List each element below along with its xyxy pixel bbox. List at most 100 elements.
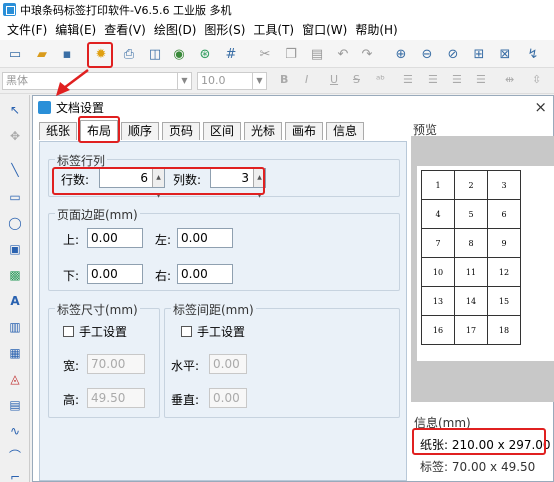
picture-tool-icon[interactable]: ▩ <box>6 266 24 284</box>
line-spacing-icon[interactable]: ⇳ <box>532 73 541 86</box>
cut-icon[interactable]: ✂ <box>256 45 274 63</box>
zoom-in-icon[interactable]: ⊕ <box>392 45 410 63</box>
menu-file[interactable]: 文件(F) <box>3 21 51 38</box>
left-tool-palette: ↖ ✥ ╲ ▭ ◯ ▣ ▩ A ▥ ▦ ◬ ▤ ∿ ⌒ ⌐ <box>0 95 30 482</box>
menu-help[interactable]: 帮助(H) <box>351 21 401 38</box>
barcode-tool-icon[interactable]: ▥ <box>6 318 24 336</box>
align-right-icon[interactable]: ☰ <box>452 73 462 86</box>
spacing-horizontal-value: 0.00 <box>213 357 240 371</box>
preview-label-cell: 6 <box>487 199 521 229</box>
preview-label-cell: 5 <box>454 199 488 229</box>
qrcode-tool-icon[interactable]: ▦ <box>6 344 24 362</box>
paste-icon[interactable]: ▤ <box>308 45 326 63</box>
label-spacing-manual-checkbox[interactable] <box>181 326 192 337</box>
margin-bottom-input[interactable]: 0.00 <box>87 264 143 284</box>
menu-shape[interactable]: 图形(S) <box>200 21 249 38</box>
copy-icon[interactable]: ❐ <box>282 45 300 63</box>
rectangle-tool-icon[interactable]: ▭ <box>6 188 24 206</box>
tab-paper[interactable]: 纸张 <box>39 122 77 140</box>
line-tool-icon[interactable]: ╲ <box>6 161 24 179</box>
ellipse-tool-icon[interactable]: ◯ <box>6 214 24 232</box>
align-center-icon[interactable]: ☰ <box>428 73 438 86</box>
seal-tool-icon[interactable]: ◬ <box>6 370 24 388</box>
arc-tool-icon[interactable]: ⌒ <box>6 446 24 464</box>
preview-label-cell: 4 <box>421 199 455 229</box>
grid-icon[interactable]: # <box>222 45 240 63</box>
fit-width-icon[interactable]: ⊠ <box>496 45 514 63</box>
label-height-input[interactable]: 49.50 <box>87 388 145 408</box>
label-spacing-manual-label: 手工设置 <box>197 325 246 339</box>
superscript-icon[interactable]: ᵃᵇ <box>376 73 385 86</box>
save-icon[interactable]: ▪ <box>58 45 76 63</box>
font-size-value: 10.0 <box>201 74 226 87</box>
dialog-title: 文档设置 <box>56 100 105 115</box>
database-icon[interactable]: ◉ <box>170 45 188 63</box>
chevron-down-icon[interactable]: ▼ <box>252 73 266 89</box>
margin-top-input[interactable]: 0.00 <box>87 228 143 248</box>
label-width-input[interactable]: 70.00 <box>87 354 145 374</box>
spacing-vertical-input[interactable]: 0.00 <box>209 388 247 408</box>
undo-icon[interactable]: ↶ <box>334 45 352 63</box>
label-width-label: 宽: <box>63 359 80 373</box>
spacing-horizontal-input[interactable]: 0.00 <box>209 354 247 374</box>
print-icon[interactable]: ⎙ <box>120 45 138 63</box>
close-icon[interactable]: × <box>534 98 547 116</box>
align-left-icon[interactable]: ☰ <box>403 73 413 86</box>
open-folder-icon[interactable]: ▰ <box>33 45 51 63</box>
italic-button[interactable]: I <box>305 73 308 86</box>
menu-window[interactable]: 窗口(W) <box>298 21 351 38</box>
chevron-down-icon[interactable]: ▼ <box>177 73 191 89</box>
tab-page-number[interactable]: 页码 <box>162 122 200 140</box>
table-tool-icon[interactable]: ▤ <box>6 396 24 414</box>
underline-button[interactable]: U <box>330 73 338 86</box>
zoom-out-icon[interactable]: ⊖ <box>418 45 436 63</box>
new-document-icon[interactable]: ▭ <box>6 45 24 63</box>
tab-range[interactable]: 区间 <box>203 122 241 140</box>
polyline-tool-icon[interactable]: ⌐ <box>6 468 24 482</box>
margin-top-label: 上: <box>63 233 80 247</box>
page-margins-title: 页面边距(mm) <box>55 206 140 223</box>
justify-icon[interactable]: ☰ <box>476 73 486 86</box>
font-family-select[interactable]: 黑体 ▼ <box>2 72 192 90</box>
redo-icon[interactable]: ↷ <box>358 45 376 63</box>
menu-view[interactable]: 查看(V) <box>100 21 150 38</box>
margin-left-label: 左: <box>155 233 172 247</box>
spacing-vertical-value: 0.00 <box>213 391 240 405</box>
zoom-icon[interactable]: ⊘ <box>444 45 462 63</box>
label-size-manual-checkbox[interactable] <box>63 326 74 337</box>
margin-right-input[interactable]: 0.00 <box>177 264 233 284</box>
menu-edit[interactable]: 编辑(E) <box>51 21 100 38</box>
menu-draw[interactable]: 绘图(D) <box>150 21 201 38</box>
preview-label-cell: 9 <box>487 228 521 258</box>
print-preview-icon[interactable]: ◫ <box>146 45 164 63</box>
more-tools-icon[interactable]: ↯ <box>524 45 542 63</box>
menu-tools[interactable]: 工具(T) <box>249 21 298 38</box>
menu-bar: 文件(F) 编辑(E) 查看(V) 绘图(D) 图形(S) 工具(T) 窗口(W… <box>0 19 554 40</box>
margin-right-value: 0.00 <box>181 267 208 281</box>
image-tool-icon[interactable]: ▣ <box>6 240 24 258</box>
spacing-icon[interactable]: ⇹ <box>505 73 514 86</box>
margin-left-input[interactable]: 0.00 <box>177 228 233 248</box>
font-size-select[interactable]: 10.0 ▼ <box>197 72 267 90</box>
strikethrough-button[interactable]: S <box>353 73 360 86</box>
fit-page-icon[interactable]: ⊞ <box>470 45 488 63</box>
preview-label-cell: 15 <box>487 286 521 316</box>
spacing-horizontal-label: 水平: <box>171 359 200 373</box>
pan-icon[interactable]: ✥ <box>6 127 24 145</box>
label-height-value: 49.50 <box>91 391 126 405</box>
margin-top-value: 0.00 <box>91 231 118 245</box>
tab-order[interactable]: 顺序 <box>121 122 159 140</box>
tab-cursor[interactable]: 光标 <box>244 122 282 140</box>
label-size-title: 标签尺寸(mm) <box>55 301 140 318</box>
label-size-group: 标签尺寸(mm) 手工设置 宽: 70.00 高: 49.50 <box>48 301 160 418</box>
curve-tool-icon[interactable]: ∿ <box>6 422 24 440</box>
preview-label-cell: 17 <box>454 315 488 345</box>
document-settings-highlight <box>87 42 113 68</box>
dialog-title-bar: 文档设置 <box>33 96 554 118</box>
select-pointer-icon[interactable]: ↖ <box>6 101 24 119</box>
text-tool-icon[interactable]: A <box>6 292 24 310</box>
tab-info[interactable]: 信息 <box>326 122 364 140</box>
bold-button[interactable]: B <box>280 73 288 86</box>
tab-canvas[interactable]: 画布 <box>285 122 323 140</box>
data-source-icon[interactable]: ⊛ <box>196 45 214 63</box>
